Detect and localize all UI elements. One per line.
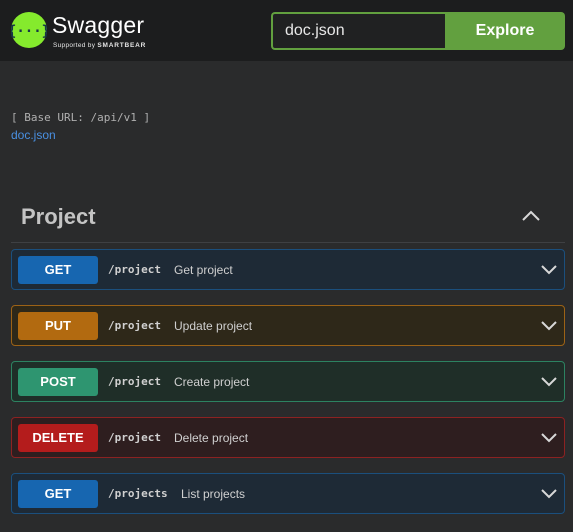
operation-summary: Get project [174, 263, 233, 277]
topbar: {···} Swagger Supported by SMARTBEAR Exp… [0, 0, 573, 61]
method-badge: POST [18, 368, 98, 396]
chevron-up-icon[interactable] [521, 210, 541, 222]
operation-get-projects[interactable]: GET /projects List projects [11, 473, 565, 514]
method-badge: DELETE [18, 424, 98, 452]
operation-get-project[interactable]: GET /project Get project [11, 249, 565, 290]
operation-summary: Delete project [174, 431, 249, 445]
operation-path: /project [108, 431, 161, 444]
operation-summary: Update project [174, 319, 253, 333]
operation-summary: List projects [181, 487, 246, 501]
operation-path: /projects [108, 487, 168, 500]
brand-name: Swagger [52, 12, 145, 38]
operation-path: /project [108, 263, 161, 276]
brand-supported-text: Supported by [53, 42, 96, 49]
method-badge: GET [18, 480, 98, 508]
section-title: Project [21, 204, 96, 229]
operation-path: /project [108, 375, 161, 388]
operation-summary: Create project [174, 375, 250, 389]
operation-path: /project [108, 319, 161, 332]
method-badge: PUT [18, 312, 98, 340]
operation-put-project[interactable]: PUT /project Update project [11, 305, 565, 346]
swagger-logo-icon[interactable]: {···} [11, 12, 47, 48]
spec-url-input[interactable] [271, 12, 446, 50]
operation-post-project[interactable]: POST /project Create project [11, 361, 565, 402]
svg-text:{···}: {···} [11, 24, 47, 40]
brand-company: SMARTBEAR [97, 42, 147, 49]
operation-delete-project[interactable]: DELETE /project Delete project [11, 417, 565, 458]
chevron-down-icon[interactable] [541, 432, 557, 443]
method-badge: GET [18, 256, 98, 284]
section-header-project[interactable]: Project [11, 196, 565, 243]
brand-tagline: Supported by SMARTBEAR [53, 42, 146, 49]
chevron-down-icon[interactable] [541, 488, 557, 499]
chevron-down-icon[interactable] [541, 376, 557, 387]
chevron-down-icon[interactable] [541, 320, 557, 331]
spec-link[interactable]: doc.json [11, 128, 56, 142]
explore-button[interactable]: Explore [445, 12, 565, 50]
base-url: [ Base URL: /api/v1 ] [11, 111, 151, 124]
chevron-down-icon[interactable] [541, 264, 557, 275]
